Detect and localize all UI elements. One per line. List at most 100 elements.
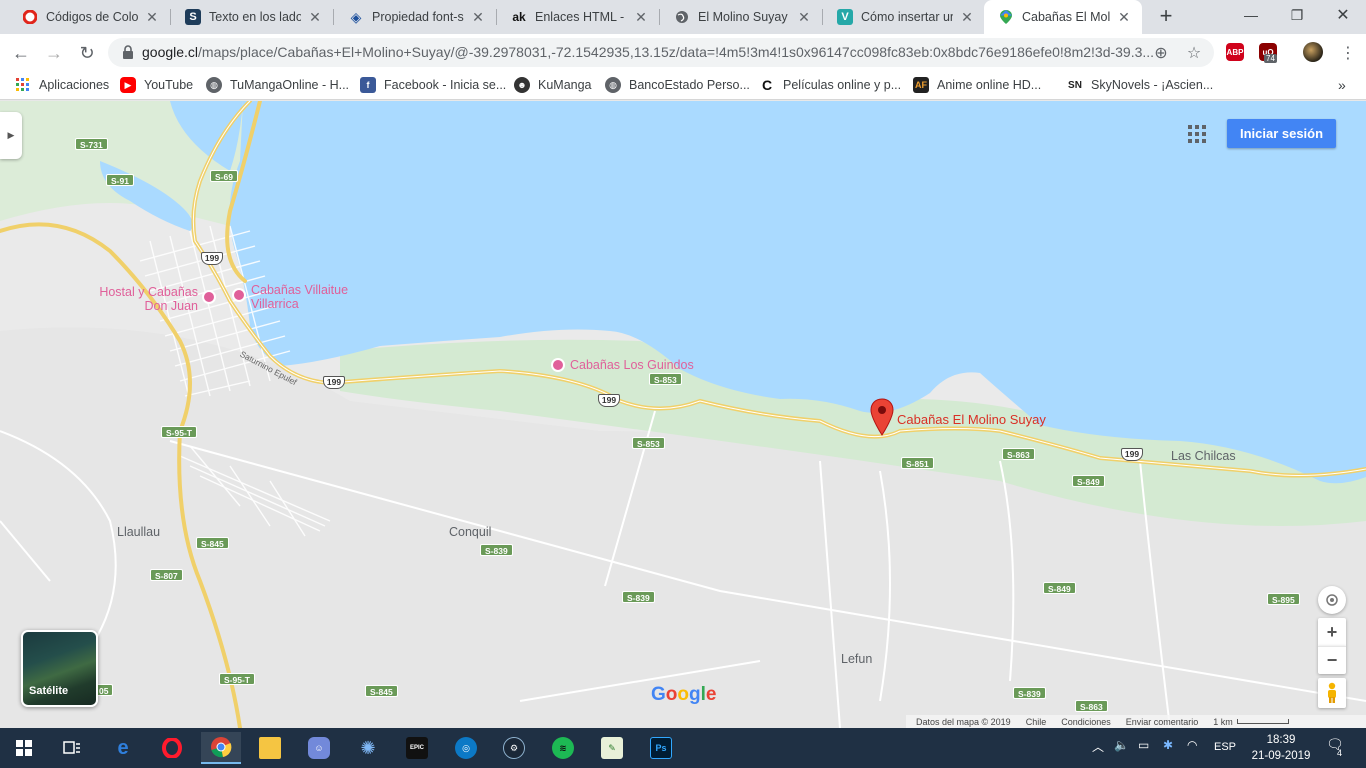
kumanga-icon: ☻ (514, 77, 530, 93)
menu-icon[interactable]: ⋮ (1335, 40, 1361, 66)
bookmark-bancoestado[interactable]: ◍ BancoEstado Perso... (605, 76, 750, 94)
star-icon[interactable]: ☆ (1185, 44, 1203, 62)
photoshop-icon[interactable]: Ps (641, 732, 681, 764)
opera-icon (22, 9, 38, 25)
zoom-out-button[interactable]: − (1318, 646, 1346, 674)
adblock-plus-icon[interactable]: ABP (1226, 43, 1244, 61)
map-canvas[interactable]: S-731 S-91 S-69 S-853 S-853 S-95-T S-851… (0, 101, 1366, 728)
lodging-icon[interactable] (202, 290, 216, 304)
edge-icon[interactable]: e (103, 732, 143, 764)
tab-texto-lados[interactable]: S Texto en los lados ✕ (171, 0, 333, 34)
selected-place-label[interactable]: Cabañas El Molino Suyay (897, 412, 1046, 427)
spotify-icon[interactable]: ≋ (543, 732, 583, 764)
road-shield: S-895 (1267, 593, 1300, 605)
browser-toolbar: ← → ↻ google.cl/maps/place/Cabañas+El+Mo… (0, 34, 1366, 71)
tab-codigos-colores[interactable]: Códigos de Colores ✕ (8, 0, 170, 34)
uplay-icon[interactable]: ◎ (446, 732, 486, 764)
poi-cabanas-los-guindos[interactable]: Cabañas Los Guindos (570, 358, 694, 372)
lodging-icon[interactable] (232, 288, 246, 302)
feedback-link[interactable]: Enviar comentario (1126, 717, 1199, 727)
road-shield: S-863 (1075, 700, 1108, 712)
battery-icon[interactable]: ▭ (1138, 738, 1149, 752)
zoom-in-button[interactable]: + (1318, 618, 1346, 646)
close-icon[interactable]: ✕ (144, 9, 160, 26)
tab-enlaces-html[interactable]: ak Enlaces HTML - Hi ✕ (497, 0, 659, 34)
tab-cabanas-el-molino[interactable]: Cabañas El Molino ✕ (984, 0, 1142, 34)
chrome-icon[interactable] (201, 732, 241, 764)
bookmark-youtube[interactable]: ▶ YouTube (120, 76, 193, 94)
tab-el-molino[interactable]: El Molino Suyay ✕ (660, 0, 822, 34)
bookmark-label: YouTube (144, 78, 194, 92)
close-icon[interactable]: ✕ (470, 9, 486, 26)
install-icon[interactable]: ⊕ (1152, 44, 1170, 62)
unreal-icon[interactable]: ✺ (348, 732, 388, 764)
road-shield: S-95-T (219, 673, 255, 685)
tab-propiedad-font[interactable]: ◈ Propiedad font-size ✕ (334, 0, 496, 34)
volume-icon[interactable]: 🔈 (1114, 738, 1129, 752)
address-bar[interactable]: google.cl/maps/place/Cabañas+El+Molino+S… (108, 38, 1214, 67)
discord-icon[interactable]: ☺ (299, 732, 339, 764)
af-favicon-icon: AF (913, 77, 929, 93)
satellite-toggle[interactable]: Satélite (21, 630, 98, 707)
signin-button[interactable]: Iniciar sesión (1227, 119, 1336, 148)
new-tab-button[interactable]: + (1154, 5, 1178, 29)
bookmark-peliculas[interactable]: C Películas online y p... (759, 76, 901, 94)
steam-icon[interactable]: ⚙ (494, 732, 534, 764)
scale-label: 1 km (1213, 716, 1233, 727)
poi-label: Hostal y Cabañas (99, 285, 198, 299)
globe-icon (674, 9, 690, 25)
poi-cabanas-villaitue[interactable]: Cabañas Villaitue Villarrica (251, 283, 348, 311)
notepad-icon[interactable]: ✎ (592, 732, 632, 764)
forward-button[interactable]: → (41, 40, 67, 66)
red-pin-marker-icon[interactable] (870, 398, 894, 436)
satellite-label: Satélite (29, 685, 69, 697)
bookmark-facebook[interactable]: f Facebook - Inicia se... (360, 76, 506, 94)
task-view-icon[interactable] (52, 732, 92, 764)
more-bookmarks-icon[interactable]: » (1338, 76, 1346, 94)
windows-start-icon[interactable] (4, 732, 44, 764)
bookmark-label: TuMangaOnline - H... (230, 78, 350, 92)
tab-como-insertar[interactable]: V Cómo insertar un ✕ (823, 0, 985, 34)
lodging-icon[interactable] (551, 358, 565, 372)
file-explorer-icon[interactable] (250, 732, 290, 764)
show-hidden-icons-icon[interactable]: ︿ (1092, 738, 1104, 755)
back-button[interactable]: ← (8, 40, 34, 66)
reload-button[interactable]: ↻ (74, 40, 100, 66)
minimize-button[interactable]: — (1228, 0, 1274, 30)
taskbar-clock[interactable]: 18:39 21-09-2019 (1251, 732, 1311, 764)
restore-button[interactable]: ❐ (1274, 0, 1320, 30)
my-location-button[interactable] (1318, 586, 1346, 614)
language-indicator[interactable]: ESP (1214, 741, 1236, 753)
route-shield: 199 (1121, 448, 1143, 461)
google-apps-icon[interactable] (1188, 125, 1206, 143)
bookmark-kumanga[interactable]: ☻ KuManga (514, 76, 592, 94)
collapse-panel-button[interactable]: ▶ (0, 112, 22, 159)
map-footer: Datos del mapa © 2019 Chile Condiciones … (906, 715, 1366, 728)
tab-title: Cabañas El Molino (1022, 10, 1110, 24)
diamond-favicon-icon: ◈ (350, 8, 362, 25)
close-window-button[interactable]: ✕ (1320, 0, 1366, 30)
url-text: google.cl/maps/place/Cabañas+El+Molino+S… (142, 44, 1155, 60)
avatar[interactable] (1303, 42, 1323, 62)
wifi-icon[interactable]: ◠ (1187, 738, 1197, 752)
notification-count: 4 (1337, 748, 1343, 758)
facebook-icon: f (360, 77, 376, 93)
terms-link[interactable]: Condiciones (1061, 717, 1111, 727)
bookmark-tumanga[interactable]: ◍ TuMangaOnline - H... (206, 76, 349, 94)
close-icon[interactable]: ✕ (959, 9, 975, 26)
country-link[interactable]: Chile (1026, 717, 1047, 727)
poi-hostal-don-juan[interactable]: Hostal y Cabañas Don Juan (96, 285, 198, 313)
close-icon[interactable]: ✕ (633, 9, 649, 26)
epic-games-icon[interactable]: EPIC (397, 732, 437, 764)
opera-icon[interactable] (152, 732, 192, 764)
bookmark-aplicaciones[interactable]: Aplicaciones (15, 76, 109, 94)
bookmark-skynovels[interactable]: SN SkyNovels - ¡Ascien... (1067, 76, 1213, 94)
close-icon[interactable]: ✕ (1116, 9, 1132, 26)
bookmark-anime[interactable]: AF Anime online HD... (913, 76, 1041, 94)
sn-favicon-icon: SN (1068, 79, 1082, 91)
close-icon[interactable]: ✕ (307, 9, 323, 26)
road-shield: S-853 (649, 373, 682, 385)
street-view-pegman[interactable] (1318, 678, 1346, 708)
close-icon[interactable]: ✕ (796, 9, 812, 26)
bluetooth-icon[interactable]: ✱ (1163, 738, 1173, 752)
